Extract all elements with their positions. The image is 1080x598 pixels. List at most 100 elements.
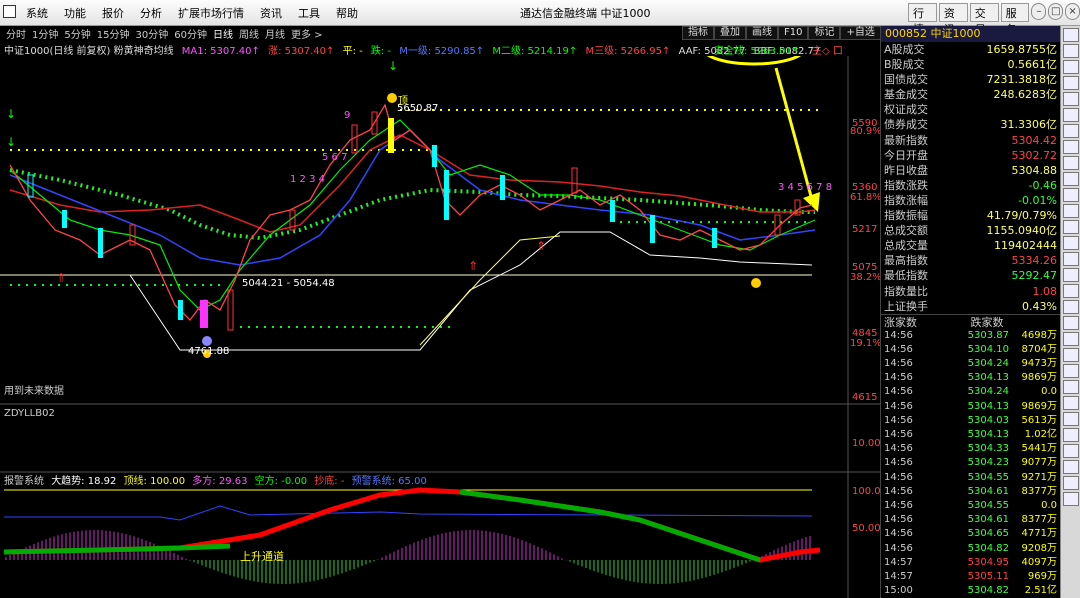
quote-label: 权证成交 xyxy=(884,103,928,117)
panel3-name: 报警系统 xyxy=(4,474,44,487)
menu-item[interactable]: 功能 xyxy=(56,5,94,21)
tool-button[interactable]: 叠加 xyxy=(714,26,746,40)
tool-icon[interactable] xyxy=(1062,364,1079,378)
down-arrow-icon: ↓ xyxy=(388,59,398,73)
quote-label: 指数涨跌 xyxy=(884,178,928,192)
alert-line xyxy=(4,505,813,521)
tick-row: 14:56 5304.33 5441万 xyxy=(881,442,1060,456)
tick-header-down: 跌家数 xyxy=(970,315,1004,329)
tool-icon[interactable] xyxy=(1062,412,1079,426)
tool-button[interactable]: +自选 xyxy=(840,26,881,40)
tool-icon[interactable] xyxy=(1062,252,1079,266)
tab-timeframe[interactable]: 5分钟 xyxy=(64,26,90,41)
button-news[interactable]: 资讯 xyxy=(938,3,968,36)
button-trade[interactable]: 交易 xyxy=(969,3,999,36)
pct-tick: 80.9% xyxy=(850,126,880,137)
tab-timeframe[interactable]: 分时 xyxy=(6,26,26,41)
tick-list[interactable]: 14:56 5303.87 4698万 14:56 5304.10 8704万 14:56 5… xyxy=(881,329,1060,598)
candle xyxy=(610,200,615,222)
tool-icon[interactable] xyxy=(1062,492,1079,506)
tool-icon[interactable] xyxy=(1062,76,1079,90)
tick-volume: 5613万 xyxy=(1021,414,1057,426)
tool-icon[interactable] xyxy=(1062,380,1079,394)
tab-timeframe[interactable]: 月线 xyxy=(265,26,285,41)
sequence-label: 1 2 3 4 xyxy=(290,174,325,185)
tool-icon[interactable] xyxy=(1062,124,1079,138)
tool-button[interactable]: 标记 xyxy=(808,26,841,40)
tool-icon[interactable] xyxy=(1062,396,1079,410)
tick-time: 14:57 xyxy=(884,556,913,568)
kline-chart[interactable]: ↓ ↓ ↓ ⇑ ⇑ ⇑ 5650.87 4761.88 5044.21 - 50… xyxy=(0,56,880,598)
quote-row: 债券成交 31.3306亿 xyxy=(881,117,1060,132)
tab-timeframe[interactable]: 1分钟 xyxy=(32,26,58,41)
menu-item[interactable]: 分析 xyxy=(132,5,170,21)
tick-volume: 0.0 xyxy=(1041,386,1057,398)
candle xyxy=(444,170,449,220)
tab-timeframe[interactable]: 60分钟 xyxy=(174,26,207,41)
tick-price: 5305.11 xyxy=(967,570,1009,582)
tab-timeframe[interactable]: 30分钟 xyxy=(135,26,168,41)
tab-timeframe-selected[interactable]: 日线 xyxy=(213,26,233,41)
tool-icon[interactable] xyxy=(1062,300,1079,314)
minimize-icon[interactable]: – xyxy=(1031,3,1047,20)
tool-icon[interactable] xyxy=(1062,220,1079,234)
quote-label: 最新指数 xyxy=(884,133,928,147)
maximize-icon[interactable]: □ xyxy=(1048,3,1064,20)
tool-icon[interactable] xyxy=(1062,316,1079,330)
tab-timeframe[interactable]: 更多 > xyxy=(291,26,323,41)
tool-icon[interactable] xyxy=(1062,60,1079,74)
candle xyxy=(200,300,208,328)
up-arrow-icon: ⇑ xyxy=(468,259,478,273)
close-icon[interactable]: × xyxy=(1065,3,1080,20)
tool-icon[interactable] xyxy=(1062,444,1079,458)
tick-time: 14:56 xyxy=(884,443,913,455)
yellow-arrow xyxy=(774,67,814,201)
tab-timeframe[interactable]: 周线 xyxy=(239,26,259,41)
trend-band-green xyxy=(459,489,761,563)
menu-item[interactable]: 扩展市场行情 xyxy=(170,5,252,21)
tick-price: 5304.13 xyxy=(967,429,1009,440)
tool-icon[interactable] xyxy=(1062,460,1079,474)
tool-icon[interactable] xyxy=(1062,204,1079,218)
tool-icon[interactable] xyxy=(1062,156,1079,170)
tick-row: 14:56 5304.24 9473万 xyxy=(881,357,1060,371)
tool-icon[interactable] xyxy=(1062,476,1079,490)
tool-icon[interactable] xyxy=(1062,428,1079,442)
tick-price: 5304.55 xyxy=(967,499,1009,511)
tool-icon[interactable] xyxy=(1062,44,1079,58)
tool-icon[interactable] xyxy=(1062,108,1079,122)
tick-volume: 8377万 xyxy=(1021,514,1057,526)
tool-icon[interactable] xyxy=(1062,188,1079,202)
tick-time: 14:56 xyxy=(884,386,913,398)
tool-icon[interactable] xyxy=(1062,140,1079,154)
button-quote[interactable]: 行情 xyxy=(908,3,937,36)
smile-icon xyxy=(202,336,212,346)
tool-button[interactable]: F10 xyxy=(778,26,809,40)
tool-icon[interactable] xyxy=(1062,28,1079,42)
tick-volume: 0.0 xyxy=(1041,499,1057,511)
down-arrow-icon: ↓ xyxy=(6,107,16,121)
tick-time: 14:56 xyxy=(884,471,913,483)
menu-item[interactable]: 帮助 xyxy=(328,5,366,21)
tool-icon[interactable] xyxy=(1062,92,1079,106)
tool-button[interactable]: 指标 xyxy=(682,26,714,40)
up-arrow-icon: ⇑ xyxy=(536,239,546,253)
menu-item[interactable]: 报价 xyxy=(94,5,132,21)
menu-item[interactable]: 资讯 xyxy=(252,5,290,21)
tool-button[interactable]: 画线 xyxy=(746,26,778,40)
tool-icon[interactable] xyxy=(1062,172,1079,186)
tool-icon[interactable] xyxy=(1062,268,1079,282)
button-service[interactable]: 服务 xyxy=(1000,3,1030,36)
quote-row: 总成交量 119402444 xyxy=(881,238,1060,253)
tick-time: 14:56 xyxy=(884,400,913,412)
tab-timeframe[interactable]: 15分钟 xyxy=(97,26,130,41)
tick-price: 5304.33 xyxy=(967,443,1009,455)
tick-volume: 9869万 xyxy=(1021,372,1057,384)
tick-volume: 969万 xyxy=(1027,570,1057,582)
tool-icon[interactable] xyxy=(1062,348,1079,362)
tool-icon[interactable] xyxy=(1062,236,1079,250)
menu-item[interactable]: 工具 xyxy=(290,5,328,21)
tool-icon[interactable] xyxy=(1062,332,1079,346)
tool-icon[interactable] xyxy=(1062,284,1079,298)
menu-item[interactable]: 系统 xyxy=(18,5,56,21)
